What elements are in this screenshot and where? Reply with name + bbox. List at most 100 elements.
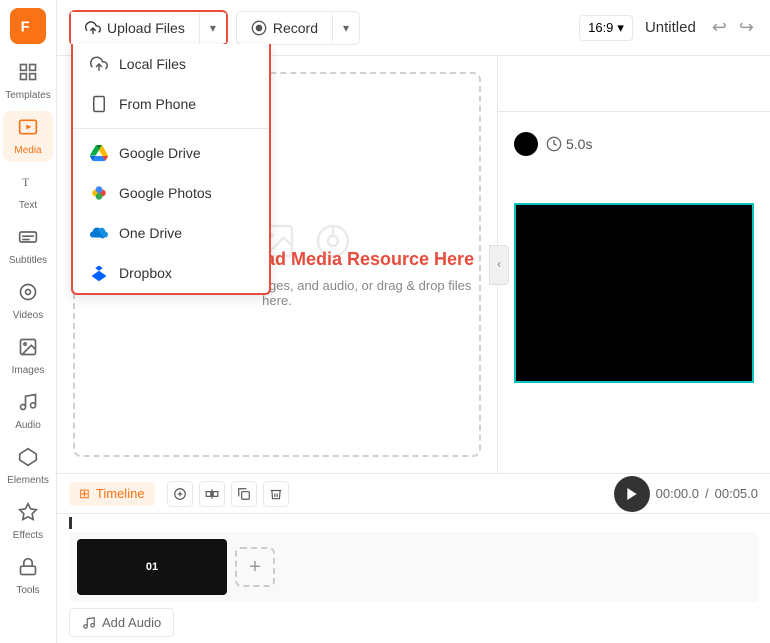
add-clip-button[interactable]: +	[235, 547, 275, 587]
sidebar-item-templates-label: Templates	[5, 90, 51, 101]
record-label: Record	[273, 20, 318, 36]
time-separator: /	[705, 486, 709, 501]
timeline-tab-icon: ⊞	[79, 486, 90, 502]
sidebar-item-effects-label: Effects	[13, 530, 43, 541]
one-drive-label: One Drive	[119, 225, 182, 241]
from-phone-label: From Phone	[119, 96, 196, 112]
record-icon	[251, 20, 267, 36]
record-dropdown-arrow[interactable]: ▾	[332, 13, 359, 43]
dropdown-google-drive[interactable]: Google Drive	[73, 133, 269, 173]
timeline-toolbar: ⊞ Timeline	[57, 474, 770, 514]
sidebar-item-audio-label: Audio	[15, 420, 41, 431]
dropdown-google-photos[interactable]: Google Photos	[73, 173, 269, 213]
time-current: 00:00.0	[656, 486, 699, 501]
media-icon	[18, 117, 38, 143]
timeline-controls	[167, 481, 289, 507]
images-icon	[18, 337, 38, 363]
preview-content: 5.0s	[498, 112, 770, 473]
sidebar-item-tools[interactable]: Tools	[3, 551, 53, 602]
scrubber-head	[69, 517, 72, 529]
undo-redo-controls: ↩ ↪	[708, 13, 758, 42]
local-files-icon	[89, 54, 109, 74]
effects-icon	[18, 502, 38, 528]
local-files-label: Local Files	[119, 56, 186, 72]
preview-toolbar	[498, 56, 770, 112]
sidebar-item-audio[interactable]: Audio	[3, 386, 53, 437]
aspect-ratio-chevron: ▾	[617, 20, 624, 36]
sidebar-item-tools-label: Tools	[16, 585, 39, 596]
app-logo[interactable]: F	[10, 8, 46, 44]
video-track: 01 +	[69, 532, 758, 602]
record-button[interactable]: Record	[237, 12, 332, 44]
sidebar-item-text[interactable]: T Text	[3, 166, 53, 217]
dropdown-divider	[73, 128, 269, 129]
sidebar-item-effects[interactable]: Effects	[3, 496, 53, 547]
upload-files-label: Upload Files	[107, 20, 185, 36]
sidebar-item-media-label: Media	[14, 145, 41, 156]
redo-button[interactable]: ↪	[735, 13, 758, 42]
sidebar-item-templates[interactable]: Templates	[3, 56, 53, 107]
add-clip-control[interactable]	[167, 481, 193, 507]
sidebar-item-videos[interactable]: Videos	[3, 276, 53, 327]
templates-icon	[18, 62, 38, 88]
aspect-ratio-value: 16:9	[588, 20, 613, 35]
sidebar-item-videos-label: Videos	[13, 310, 43, 321]
sidebar-item-subtitles-label: Subtitles	[9, 255, 47, 266]
aspect-ratio-button[interactable]: 16:9 ▾	[579, 15, 633, 41]
undo-button[interactable]: ↩	[708, 13, 731, 42]
sidebar-item-media[interactable]: Media	[3, 111, 53, 162]
videos-icon	[18, 282, 38, 308]
sidebar-item-subtitles[interactable]: Subtitles	[3, 221, 53, 272]
sidebar-item-text-label: Text	[19, 200, 37, 211]
sidebar-item-images-label: Images	[12, 365, 45, 376]
duplicate-control[interactable]	[231, 481, 257, 507]
timeline-tab[interactable]: ⊞ Timeline	[69, 482, 155, 506]
tools-icon	[18, 557, 38, 583]
timeline-tab-label: Timeline	[96, 486, 145, 501]
dropbox-icon	[89, 263, 109, 283]
elements-icon	[18, 447, 38, 473]
add-audio-label: Add Audio	[102, 615, 161, 630]
play-button[interactable]	[614, 476, 650, 512]
delete-control[interactable]	[263, 481, 289, 507]
dropbox-label: Dropbox	[119, 265, 172, 281]
svg-text:T: T	[22, 176, 29, 189]
preview-indicators: 5.0s	[514, 132, 592, 156]
upload-files-dropdown-arrow[interactable]: ▾	[199, 13, 226, 43]
add-audio-button[interactable]: Add Audio	[69, 608, 174, 637]
panel-collapse-button[interactable]: ‹	[489, 245, 509, 285]
svg-text:F: F	[21, 20, 30, 36]
upload-icon	[85, 20, 101, 36]
add-audio-icon	[82, 616, 96, 630]
sidebar-item-elements-label: Elements	[7, 475, 49, 486]
video-clip-01[interactable]: 01	[77, 539, 227, 595]
upload-files-group: Upload Files ▾ Local Files	[69, 10, 228, 46]
sidebar-item-images[interactable]: Images	[3, 331, 53, 382]
sidebar-item-elements[interactable]: Elements	[3, 441, 53, 492]
topbar: Upload Files ▾ Local Files	[57, 0, 770, 56]
clock-icon	[546, 136, 562, 152]
preview-panel: 5.0s	[498, 56, 770, 473]
upload-dropdown-menu: Local Files From Phone	[71, 44, 271, 295]
google-drive-icon	[89, 143, 109, 163]
split-control[interactable]	[199, 481, 225, 507]
audio-icon	[18, 392, 38, 418]
record-button-group: Record ▾	[236, 11, 360, 45]
clip-label: 01	[146, 561, 158, 573]
text-icon: T	[18, 172, 38, 198]
project-title[interactable]: Untitled	[645, 19, 696, 36]
subtitles-icon	[18, 227, 38, 253]
dropdown-dropbox[interactable]: Dropbox	[73, 253, 269, 293]
google-drive-label: Google Drive	[119, 145, 201, 161]
dropdown-local-files[interactable]: Local Files	[73, 44, 269, 84]
duration-display: 5.0s	[546, 136, 592, 152]
dropdown-from-phone[interactable]: From Phone	[73, 84, 269, 124]
video-preview	[514, 203, 754, 383]
from-phone-icon	[89, 94, 109, 114]
sidebar: F Templates Media T Text	[0, 0, 57, 643]
time-total: 00:05.0	[715, 486, 758, 501]
google-photos-icon	[89, 183, 109, 203]
one-drive-icon	[89, 223, 109, 243]
upload-files-button[interactable]: Upload Files	[71, 12, 199, 44]
dropdown-one-drive[interactable]: One Drive	[73, 213, 269, 253]
